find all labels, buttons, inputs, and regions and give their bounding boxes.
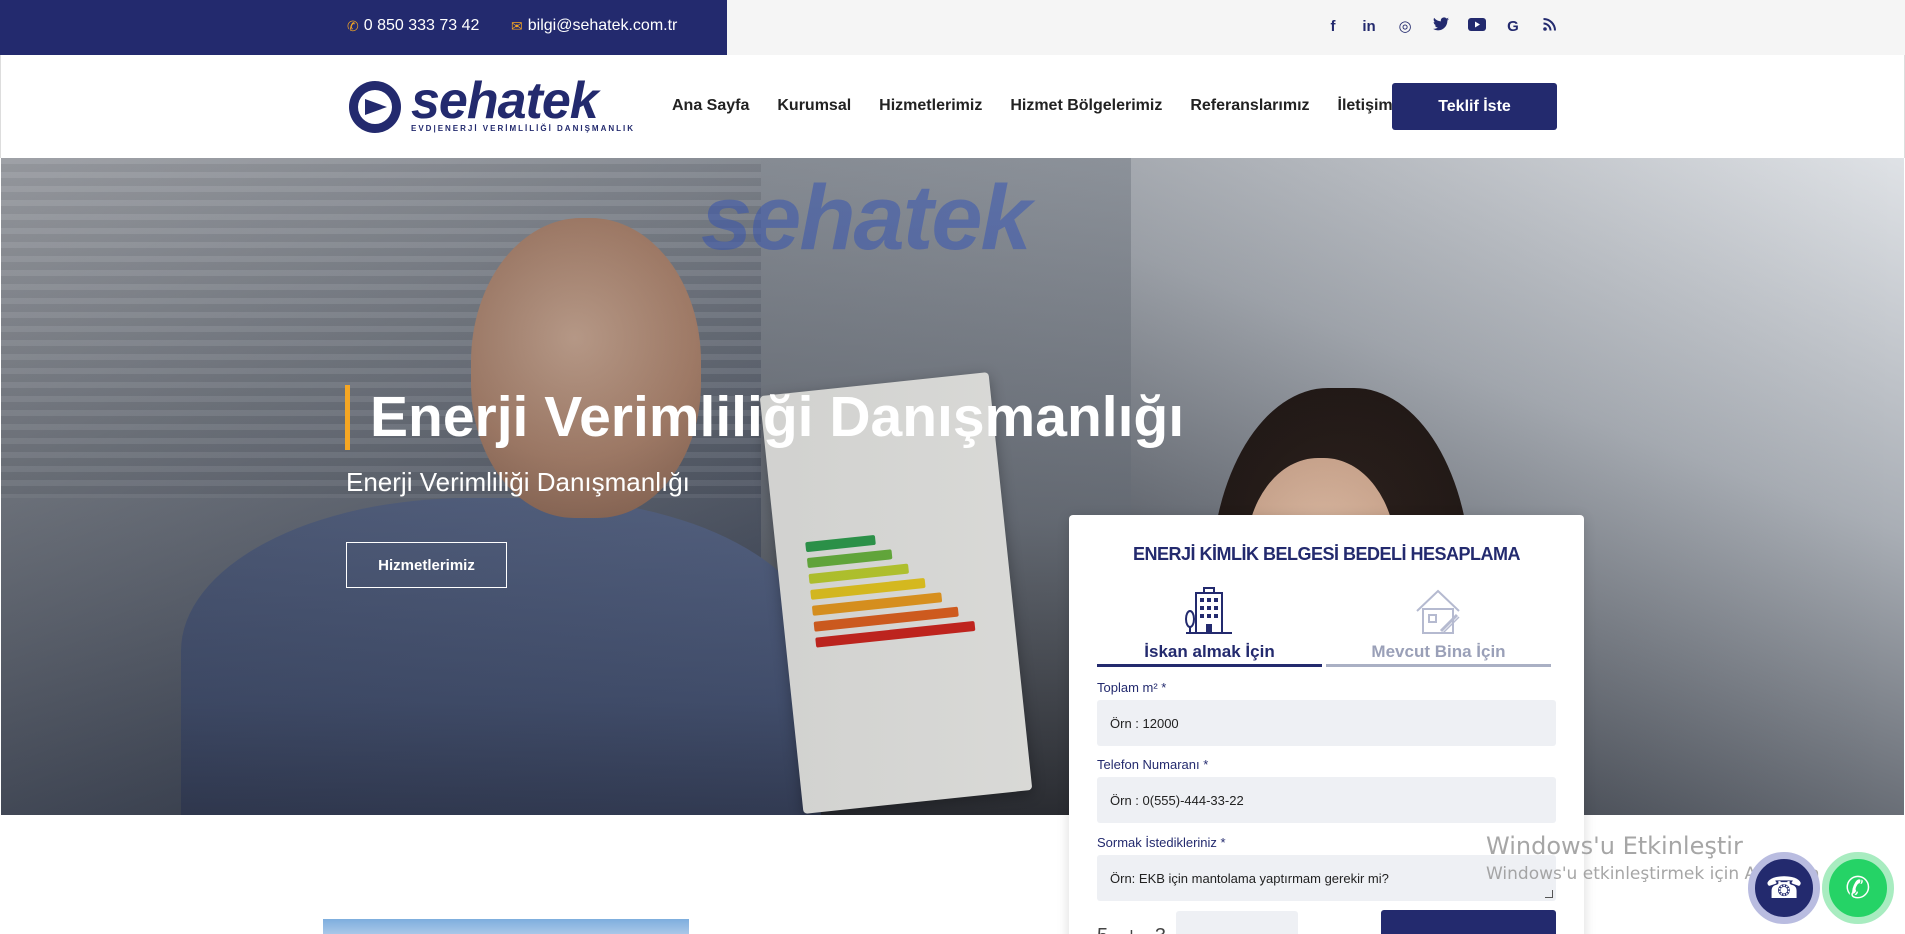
logo-mark-icon xyxy=(349,81,401,133)
email-link[interactable]: ✉ bilgi@sehatek.com.tr xyxy=(511,17,677,35)
twitter-icon[interactable] xyxy=(1432,17,1450,35)
phone-icon: ✆ xyxy=(347,17,359,34)
site-logo[interactable]: sehatek EVD|ENERJİ VERİMLİLİĞİ DANIŞMANL… xyxy=(347,72,633,137)
tab-active-underline xyxy=(1097,664,1322,667)
area-label: Toplam m² * xyxy=(1097,680,1167,695)
tab-occupancy-permit[interactable]: İskan almak İçin xyxy=(1097,587,1322,667)
question-label: Sormak İstedikleriniz * xyxy=(1097,835,1226,850)
logo-text: sehatek xyxy=(411,72,599,130)
phone-label: Telefon Numaranı * xyxy=(1097,757,1209,772)
nav-references[interactable]: Referanslarımız xyxy=(1190,97,1309,115)
top-bar-contact: ✆ 0 850 333 73 42 ✉ bilgi@sehatek.com.tr xyxy=(0,0,727,55)
rss-icon[interactable] xyxy=(1540,17,1558,35)
nav-contact[interactable]: İletişim xyxy=(1338,97,1393,115)
email-address: bilgi@sehatek.com.tr xyxy=(527,17,678,34)
hero-subtitle: Enerji Verimliliği Danışmanlığı xyxy=(346,467,690,497)
windows-activation-title: Windows'u Etkinleştir xyxy=(1486,832,1743,860)
apartment-building-icon xyxy=(1185,587,1232,634)
request-quote-button[interactable]: Teklif İste xyxy=(1392,83,1557,130)
hero-services-button[interactable]: Hizmetlerimiz xyxy=(346,542,507,588)
google-icon[interactable]: G xyxy=(1504,18,1522,35)
floating-whatsapp-button[interactable]: ✆ xyxy=(1822,852,1894,924)
envelope-icon: ✉ xyxy=(511,17,523,34)
tab-underline xyxy=(1326,664,1551,667)
nav-services[interactable]: Hizmetlerimiz xyxy=(879,97,982,115)
tab-occupancy-label: İskan almak İçin xyxy=(1144,642,1275,661)
house-renovation-icon xyxy=(1416,589,1460,634)
site-header: sehatek EVD|ENERJİ VERİMLİLİĞİ DANIŞMANL… xyxy=(0,55,1905,158)
facebook-icon[interactable]: f xyxy=(1324,18,1342,35)
phone-number: 0 850 333 73 42 xyxy=(363,17,480,34)
floating-call-button[interactable]: ☎ xyxy=(1748,852,1820,924)
phone-link[interactable]: ✆ 0 850 333 73 42 xyxy=(347,17,479,35)
calculate-button[interactable] xyxy=(1381,910,1556,934)
tab-existing-label: Mevcut Bina İçin xyxy=(1371,642,1506,661)
hero-slider: sehatek xyxy=(1,158,1904,815)
nav-corporate[interactable]: Kurumsal xyxy=(777,97,851,115)
nav-home[interactable]: Ana Sayfa xyxy=(672,97,749,115)
tab-existing-building[interactable]: Mevcut Bina İçin xyxy=(1326,587,1551,667)
youtube-icon[interactable] xyxy=(1468,17,1486,35)
whatsapp-icon: ✆ xyxy=(1845,871,1871,905)
textarea-resize-handle[interactable] xyxy=(1545,890,1553,898)
phone-icon: ☎ xyxy=(1765,871,1803,905)
main-nav: Ana Sayfa Kurumsal Hizmetlerimiz Hizmet … xyxy=(672,97,1393,115)
nav-service-regions[interactable]: Hizmet Bölgelerimiz xyxy=(1010,97,1162,115)
section-image xyxy=(323,919,689,934)
calculator-title: ENERJİ KİMLİK BELGESİ BEDELİ HESAPLAMA xyxy=(1132,544,1521,564)
logo-tagline: EVD|ENERJİ VERİMLİLİĞİ DANIŞMANLIK xyxy=(411,124,636,133)
linkedin-icon[interactable]: in xyxy=(1360,18,1378,35)
instagram-icon[interactable]: ◎ xyxy=(1396,17,1414,35)
captcha-input[interactable] xyxy=(1176,911,1298,934)
hero-title: Enerji Verimliliği Danışmanlığı xyxy=(345,385,1184,450)
area-input[interactable]: Örn : 12000 xyxy=(1097,700,1556,746)
top-bar: ✆ 0 850 333 73 42 ✉ bilgi@sehatek.com.tr… xyxy=(0,0,1905,55)
social-links: f in ◎ G xyxy=(1324,17,1558,35)
phone-input[interactable]: Örn : 0(555)-444-33-22 xyxy=(1097,777,1556,823)
question-placeholder: Örn: EKB için mantolama yaptırmam gereki… xyxy=(1110,870,1389,886)
hero-overlay xyxy=(1,158,1904,815)
